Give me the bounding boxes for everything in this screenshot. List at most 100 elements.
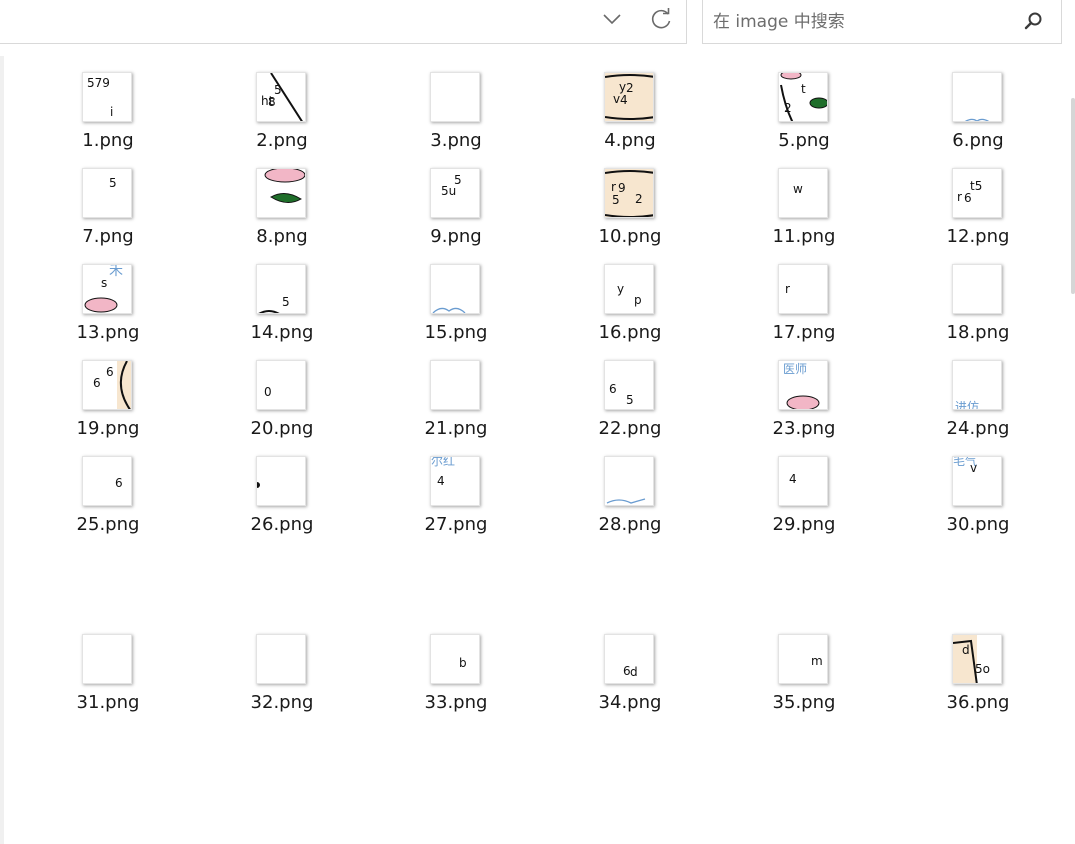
file-item[interactable]: p y 16.png (560, 264, 700, 354)
file-name: 3.png (430, 130, 482, 151)
svg-text:6: 6 (106, 365, 114, 379)
file-item[interactable]: 8.png (212, 168, 352, 258)
file-name: 35.png (772, 692, 836, 713)
file-name: 24.png (946, 418, 1010, 439)
file-item[interactable]: d 5o 36.png (908, 634, 1048, 724)
file-item[interactable]: r 17.png (734, 264, 874, 354)
svg-text:6: 6 (623, 664, 631, 678)
file-name: 1.png (82, 130, 134, 151)
file-item[interactable]: w 11.png (734, 168, 874, 258)
file-grid: 579 i 1.png 8 ht 5 2.png 3.png 4 v 2 y 4.png t 2 5.png 6… (0, 46, 1075, 844)
file-name: 30.png (946, 514, 1010, 535)
file-item[interactable]: 6 r t5 12.png (908, 168, 1048, 258)
file-thumbnail (430, 264, 480, 314)
file-name: 8.png (256, 226, 308, 247)
file-thumbnail: 尔红 4 (430, 456, 480, 506)
file-item[interactable]: 31.png (38, 634, 178, 724)
file-name: 13.png (76, 322, 140, 343)
svg-text:5: 5 (612, 193, 620, 207)
file-item[interactable]: d 6 34.png (560, 634, 700, 724)
file-item[interactable]: 18.png (908, 264, 1048, 354)
svg-text:2: 2 (784, 101, 792, 115)
svg-text:5: 5 (109, 176, 117, 190)
file-name: 6.png (952, 130, 1004, 151)
svg-text:b: b (459, 656, 467, 670)
svg-text:6: 6 (115, 476, 123, 490)
file-item[interactable]: 5u 5 9.png (386, 168, 526, 258)
file-item[interactable]: 6 25.png (38, 456, 178, 546)
chevron-down-icon[interactable] (598, 8, 626, 32)
file-item[interactable]: b 33.png (386, 634, 526, 724)
file-item[interactable]: 6.png (908, 72, 1048, 162)
refresh-icon[interactable] (646, 5, 676, 33)
file-item[interactable]: t 2 5.png (734, 72, 874, 162)
toolbar (0, 0, 1075, 46)
file-item[interactable]: 进仿 24.png (908, 360, 1048, 450)
search-input[interactable] (711, 6, 1015, 38)
file-thumbnail: 8 ht 5 (256, 72, 306, 122)
scrollbar-thumb[interactable] (1071, 98, 1075, 294)
file-item[interactable]: 3.png (386, 72, 526, 162)
file-thumbnail: b (430, 634, 480, 684)
file-item[interactable]: m 35.png (734, 634, 874, 724)
svg-text:4: 4 (789, 472, 797, 486)
file-name: 16.png (598, 322, 662, 343)
svg-text:禾: 禾 (109, 265, 123, 279)
svg-text:0: 0 (264, 385, 272, 399)
file-name: 17.png (772, 322, 836, 343)
file-item[interactable]: 5 6 22.png (560, 360, 700, 450)
file-item[interactable]: 8 ht 5 2.png (212, 72, 352, 162)
file-item[interactable]: 禾 s 13.png (38, 264, 178, 354)
file-name: 9.png (430, 226, 482, 247)
file-name: 32.png (250, 692, 314, 713)
file-name: 29.png (772, 514, 836, 535)
svg-text:r: r (957, 190, 962, 204)
svg-text:4: 4 (437, 474, 445, 488)
file-thumbnail (430, 72, 480, 122)
file-item[interactable]: 15.png (386, 264, 526, 354)
file-thumbnail: 66 (82, 360, 132, 410)
file-item[interactable]: 4 v 2 y 4.png (560, 72, 700, 162)
svg-text:d: d (962, 643, 970, 657)
file-name: 19.png (76, 418, 140, 439)
file-item[interactable]: 21.png (386, 360, 526, 450)
search-icon[interactable] (1023, 10, 1045, 32)
file-thumbnail: 6 r t5 (952, 168, 1002, 218)
svg-text:6: 6 (609, 382, 617, 396)
svg-text:i: i (110, 105, 113, 119)
file-item[interactable]: 5 7.png (38, 168, 178, 258)
file-item[interactable]: 6 6 19.png (38, 360, 178, 450)
file-item[interactable]: 28.png (560, 456, 700, 546)
file-thumbnail (256, 634, 306, 684)
file-thumbnail: d 5o (952, 634, 1002, 684)
file-item[interactable]: 毛气 v 30.png (908, 456, 1048, 546)
file-thumbnail: m (778, 634, 828, 684)
file-item[interactable]: 32.png (212, 634, 352, 724)
file-item[interactable]: 5 14.png (212, 264, 352, 354)
file-thumbnail: 医师 (778, 360, 828, 410)
file-thumbnail: 5 29r (604, 168, 654, 218)
svg-text:2: 2 (635, 192, 643, 206)
address-bar[interactable] (0, 0, 687, 44)
file-name: 5.png (778, 130, 830, 151)
file-item[interactable]: 579 i 1.png (38, 72, 178, 162)
file-thumbnail: r (778, 264, 828, 314)
file-name: 15.png (424, 322, 488, 343)
file-thumbnail (430, 360, 480, 410)
file-item[interactable]: 尔红 4 27.png (386, 456, 526, 546)
file-thumbnail (256, 168, 306, 218)
file-item[interactable]: 0 20.png (212, 360, 352, 450)
file-item[interactable]: 医师 23.png (734, 360, 874, 450)
scrollbar[interactable] (1071, 46, 1075, 844)
file-name: 21.png (424, 418, 488, 439)
file-name: 26.png (250, 514, 314, 535)
file-item[interactable]: 26.png (212, 456, 352, 546)
svg-text:2: 2 (626, 81, 634, 95)
file-thumbnail: 56 (604, 360, 654, 410)
file-item[interactable]: 5 2 9 r 10.png (560, 168, 700, 258)
svg-text:6: 6 (964, 191, 972, 205)
svg-text:m: m (811, 654, 823, 668)
file-thumbnail (952, 264, 1002, 314)
file-item[interactable]: 4 29.png (734, 456, 874, 546)
svg-text:5: 5 (282, 295, 290, 309)
